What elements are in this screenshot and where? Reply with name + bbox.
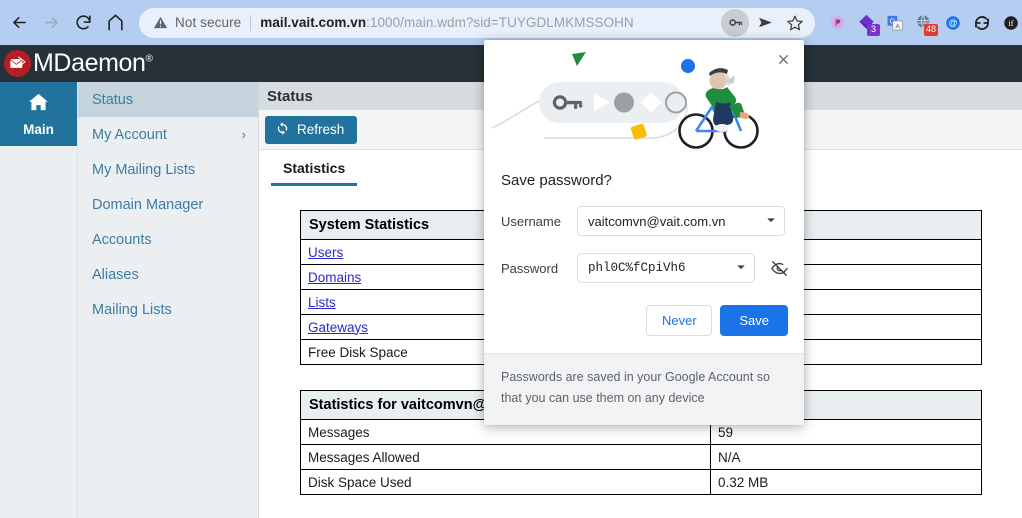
arrow-left-icon bbox=[10, 13, 29, 32]
home-icon bbox=[106, 13, 125, 32]
link-users[interactable]: Users bbox=[308, 245, 343, 260]
extension-icon-sync[interactable] bbox=[968, 9, 996, 37]
sidebar-item-aliases[interactable]: Aliases bbox=[78, 257, 258, 292]
chevron-right-icon: › bbox=[241, 127, 246, 142]
omnibox-divider bbox=[250, 14, 252, 31]
sidebar-item-label: Accounts bbox=[92, 231, 152, 248]
svg-text:@: @ bbox=[948, 18, 957, 28]
refresh-button[interactable]: Refresh bbox=[265, 115, 358, 144]
sidebar-item-accounts[interactable]: Accounts bbox=[78, 222, 258, 257]
dialog-title: Save password? bbox=[501, 172, 612, 189]
arrow-right-icon bbox=[42, 13, 61, 32]
never-button[interactable]: Never bbox=[646, 305, 713, 336]
sidebar-item-my-account[interactable]: My Account › bbox=[78, 117, 258, 152]
save-password-dialog: Save password? Username vaitcomvn@vait.c… bbox=[484, 40, 804, 425]
password-row: Password phl0C%fCpiVh6 bbox=[484, 253, 804, 283]
password-label: Password bbox=[501, 260, 559, 276]
eye-slash-icon[interactable] bbox=[767, 256, 791, 280]
navigation-buttons bbox=[0, 8, 130, 38]
app-brand-name: MDaemon® bbox=[33, 49, 153, 77]
icon-rail: Main bbox=[0, 82, 77, 518]
sidebar-nav: Status My Account › My Mailing Lists Dom… bbox=[77, 82, 259, 518]
dialog-actions: Never Save bbox=[484, 305, 804, 336]
browser-toolbar: Not secure mail.vait.com.vn:1000/main.wd… bbox=[0, 0, 1022, 45]
warning-triangle-icon[interactable] bbox=[153, 15, 168, 30]
star-icon[interactable] bbox=[781, 9, 809, 37]
username-label: Username bbox=[501, 213, 561, 229]
extension-icon-purple-circle[interactable] bbox=[823, 9, 851, 37]
username-value: vaitcomvn@vait.com.vn bbox=[588, 213, 726, 229]
extension-badge: 3 bbox=[867, 23, 880, 36]
mdaemon-envelope-logo bbox=[4, 50, 31, 77]
rail-item-main[interactable]: Main bbox=[0, 82, 77, 146]
security-status-text: Not secure bbox=[175, 15, 242, 30]
registered-mark: ® bbox=[145, 53, 153, 65]
username-row: Username vaitcomvn@vait.com.vn bbox=[484, 206, 804, 236]
sidebar-item-label: Status bbox=[92, 91, 134, 108]
sidebar-item-domain-manager[interactable]: Domain Manager bbox=[78, 187, 258, 222]
rail-item-label: Main bbox=[23, 122, 54, 137]
extension-icon-translate[interactable]: GA bbox=[881, 9, 909, 37]
extension-icons: 3 GA 48 @ if bbox=[823, 9, 1022, 37]
key-icon[interactable] bbox=[721, 8, 749, 37]
tab-statistics[interactable]: Statistics bbox=[271, 160, 358, 186]
forward-button[interactable] bbox=[36, 8, 66, 38]
dialog-footer-text: Passwords are saved in your Google Accou… bbox=[484, 353, 804, 425]
password-field[interactable]: phl0C%fCpiVh6 bbox=[577, 253, 755, 283]
extension-badge: 48 bbox=[923, 23, 938, 36]
table-cell-key: Disk Space Used bbox=[300, 469, 711, 495]
home-icon bbox=[27, 91, 50, 119]
link-lists[interactable]: Lists bbox=[308, 295, 336, 310]
table-row: Messages Allowed N/A bbox=[300, 444, 982, 470]
save-button[interactable]: Save bbox=[720, 305, 788, 336]
link-domains[interactable]: Domains bbox=[308, 270, 361, 285]
table-cell-value: N/A bbox=[710, 444, 982, 470]
reload-button[interactable] bbox=[68, 8, 98, 38]
omnibox-actions bbox=[721, 8, 809, 37]
sidebar-item-label: Mailing Lists bbox=[92, 301, 172, 318]
chevron-down-icon[interactable] bbox=[766, 215, 776, 227]
username-field[interactable]: vaitcomvn@vait.com.vn bbox=[577, 206, 785, 236]
back-button[interactable] bbox=[4, 8, 34, 38]
extension-icon-partial[interactable]: if bbox=[997, 9, 1022, 37]
save-password-illustration bbox=[484, 40, 804, 150]
send-arrow-icon[interactable] bbox=[751, 9, 779, 37]
home-button[interactable] bbox=[100, 8, 130, 38]
table-cell-key: Messages Allowed bbox=[300, 444, 711, 470]
url-path: :1000/main.wdm?sid=TUYGDLMKMSSOHN bbox=[366, 15, 634, 30]
sidebar-item-label: Domain Manager bbox=[92, 196, 204, 213]
url-text: mail.vait.com.vn:1000/main.wdm?sid=TUYGD… bbox=[260, 15, 633, 30]
password-value: phl0C%fCpiVh6 bbox=[588, 261, 686, 275]
sidebar-item-my-mailing-lists[interactable]: My Mailing Lists bbox=[78, 152, 258, 187]
refresh-icon bbox=[275, 121, 290, 139]
svg-text:A: A bbox=[895, 23, 900, 30]
reload-icon bbox=[74, 13, 93, 32]
sidebar-item-label: My Mailing Lists bbox=[92, 161, 196, 178]
extension-icon-diamond[interactable]: 3 bbox=[852, 9, 880, 37]
chevron-down-icon[interactable] bbox=[736, 262, 746, 275]
sidebar-item-label: Aliases bbox=[92, 266, 139, 283]
sidebar-item-status[interactable]: Status bbox=[78, 82, 258, 117]
sidebar-item-label: My Account bbox=[92, 126, 167, 143]
table-row: Disk Space Used 0.32 MB bbox=[300, 469, 982, 495]
link-gateways[interactable]: Gateways bbox=[308, 320, 368, 335]
sidebar-item-mailing-lists[interactable]: Mailing Lists bbox=[78, 292, 258, 327]
table-cell-value: 0.32 MB bbox=[710, 469, 982, 495]
screenshot-root: Not secure mail.vait.com.vn:1000/main.wd… bbox=[0, 0, 1022, 518]
extension-icon-globe[interactable]: 48 bbox=[910, 9, 938, 37]
refresh-button-label: Refresh bbox=[297, 122, 345, 137]
url-host: mail.vait.com.vn bbox=[260, 15, 367, 30]
address-bar[interactable]: Not secure mail.vait.com.vn:1000/main.wd… bbox=[139, 7, 815, 38]
extension-icon-at-sign[interactable]: @ bbox=[939, 9, 967, 37]
svg-text:if: if bbox=[1008, 19, 1013, 28]
